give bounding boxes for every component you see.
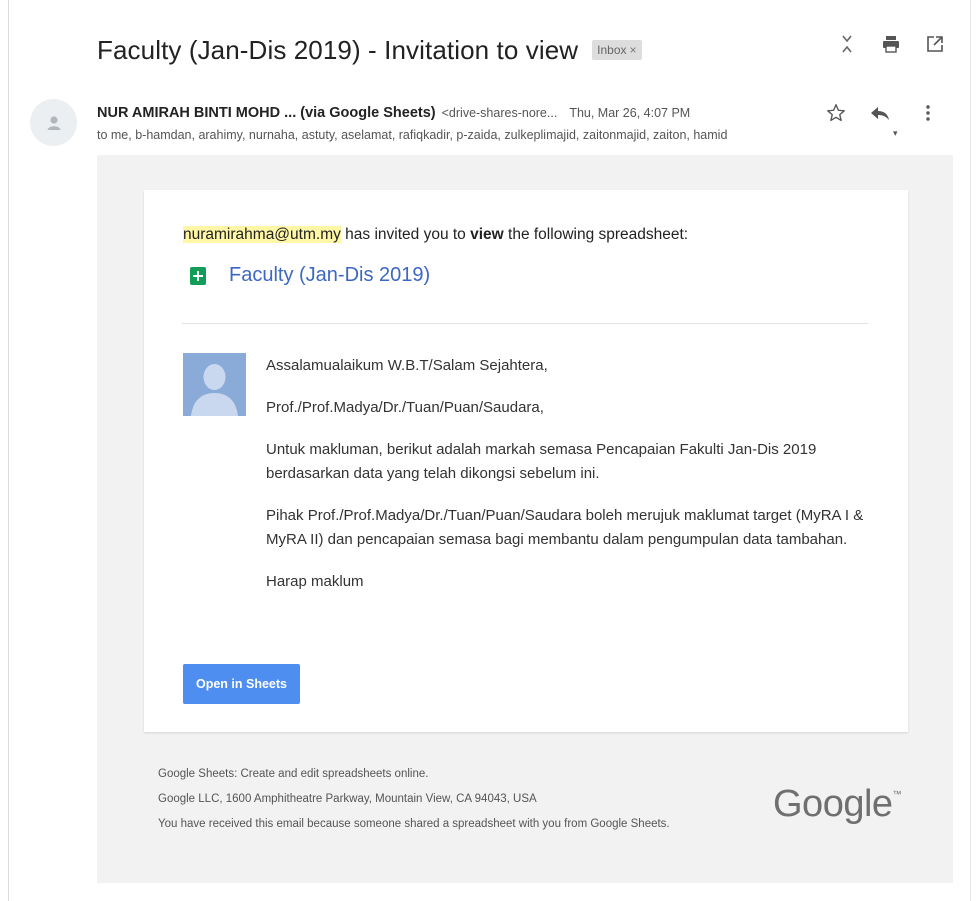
right-border (970, 0, 971, 901)
share-card: nuramirahma@utm.my has invited you to vi… (144, 190, 908, 732)
person-silhouette-icon (183, 353, 246, 416)
invite-text-part: has invited you to (340, 226, 471, 243)
email-footer: Google Sheets: Create and edit spreadshe… (158, 762, 728, 837)
reply-icon[interactable] (869, 104, 891, 122)
sender-name[interactable]: NUR AMIRAH BINTI MOHD ... (via Google Sh… (97, 105, 436, 121)
sender-profile-picture (183, 353, 246, 416)
message-salutation: Prof./Prof.Madya/Dr./Tuan/Puan/Saudara, (266, 399, 544, 416)
invite-text: nuramirahma@utm.my has invited you to vi… (183, 226, 688, 244)
left-border (8, 0, 9, 901)
star-icon[interactable] (825, 102, 847, 124)
message-paragraph-1: Untuk makluman, berikut adalah markah se… (266, 441, 817, 482)
message-actions (825, 102, 931, 124)
sender-email: <drive-shares-nore... (441, 106, 558, 120)
sheet-link-row[interactable]: Faculty (Jan-Dis 2019) (190, 264, 430, 287)
custom-message: Assalamualaikum W.B.T/Salam Sejahtera, P… (266, 354, 866, 612)
email-date: Thu, Mar 26, 4:07 PM (569, 106, 691, 120)
invite-text-tail: the following spreadsheet: (503, 226, 689, 243)
footer-line-3: You have received this email because som… (158, 818, 670, 830)
message-closing: Harap maklum (266, 573, 364, 590)
person-icon (47, 115, 60, 130)
sender-avatar[interactable] (30, 99, 77, 146)
subject-row: Faculty (Jan-Dis 2019) - Invitation to v… (97, 30, 642, 70)
recipients-list[interactable]: to me, b-hamdan, arahimy, nurnaha, astut… (97, 128, 917, 142)
thread-actions (836, 33, 946, 55)
invite-permission: view (470, 226, 504, 243)
footer-line-1: Google Sheets: Create and edit spreadshe… (158, 768, 429, 780)
google-logo: Google™ (773, 783, 902, 826)
remove-label-icon[interactable]: × (630, 43, 637, 57)
open-in-sheets-button[interactable]: Open in Sheets (183, 664, 300, 704)
google-logo-text: Google (773, 783, 893, 825)
recipients-dropdown-icon[interactable]: ▾ (893, 128, 898, 139)
open-in-new-window-icon[interactable] (924, 33, 946, 55)
spreadsheet-link[interactable]: Faculty (Jan-Dis 2019) (229, 264, 430, 287)
message-paragraph-2: Pihak Prof./Prof.Madya/Dr./Tuan/Puan/Sau… (266, 507, 864, 548)
print-icon[interactable] (880, 33, 902, 55)
google-logo-tm: ™ (892, 789, 902, 799)
divider (182, 323, 868, 324)
google-sheets-icon (190, 266, 206, 285)
message-greeting: Assalamualaikum W.B.T/Salam Sejahtera, (266, 357, 548, 374)
inbox-label-text: Inbox (597, 43, 627, 57)
email-subject: Faculty (Jan-Dis 2019) - Invitation to v… (97, 34, 579, 65)
more-options-icon[interactable] (925, 103, 931, 123)
sender-row: NUR AMIRAH BINTI MOHD ... (via Google Sh… (97, 103, 952, 123)
footer-line-2: Google LLC, 1600 Amphitheatre Parkway, M… (158, 793, 537, 805)
expand-collapse-icon[interactable] (836, 33, 858, 55)
inbox-label[interactable]: Inbox × (592, 40, 642, 60)
inviter-email[interactable]: nuramirahma@utm.my (183, 226, 341, 243)
